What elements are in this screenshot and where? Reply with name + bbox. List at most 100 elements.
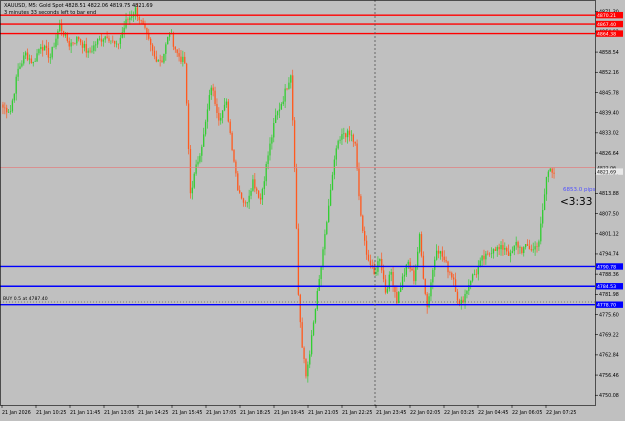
candle: [435, 244, 438, 261]
candle: [293, 116, 296, 173]
chart-canvas[interactable]: 4871.304864.924858.544852.164845.784839.…: [0, 0, 625, 417]
candle: [466, 290, 468, 299]
candle: [487, 250, 489, 256]
candle: [240, 192, 243, 200]
candle: [76, 35, 78, 46]
candle: [530, 244, 532, 252]
candle: [218, 107, 220, 126]
candle: [6, 104, 8, 119]
candle: [104, 35, 106, 43]
candle: [515, 236, 517, 250]
candle: [545, 176, 548, 201]
candle: [399, 282, 402, 293]
price-tick-label: 4826.64: [599, 151, 619, 157]
candle: [214, 86, 216, 107]
candle: [100, 33, 103, 47]
price-tick-label: 4813.88: [599, 191, 619, 197]
candle: [265, 161, 267, 186]
candle: [381, 252, 383, 274]
candle: [117, 43, 120, 50]
time-tick-label: 22 Jan 07:25: [546, 410, 576, 416]
price-tick-label: 4807.50: [599, 211, 619, 217]
candle: [511, 246, 514, 254]
time-tick-label: 21 Jan 11:45: [70, 410, 100, 416]
svg-text:4790.78: 4790.78: [597, 264, 616, 270]
candle: [178, 48, 180, 62]
candle: [57, 29, 59, 46]
candle: [2, 101, 4, 115]
price-level-tag: 4790.78: [596, 263, 623, 270]
candle: [331, 171, 334, 191]
candle: [227, 98, 229, 123]
candle: [267, 151, 269, 170]
candle: [45, 39, 48, 55]
countdown-label: <3:33: [560, 196, 592, 208]
candle: [500, 241, 502, 256]
candle: [394, 285, 396, 298]
time-tick-label: 21 Jan 17:05: [206, 410, 236, 416]
svg-text:4864.38: 4864.38: [597, 31, 616, 37]
candle: [422, 251, 425, 280]
candle: [189, 144, 192, 199]
candle: [542, 203, 544, 228]
candles-layer: [2, 3, 555, 383]
candle: [307, 361, 309, 383]
candle: [246, 201, 248, 208]
price-tick-label: 4801.12: [599, 232, 619, 238]
candle: [220, 113, 222, 125]
price-level-tag: 4821.69: [596, 168, 623, 175]
time-tick-label: 22 Jan 04:45: [478, 410, 508, 416]
candle: [286, 87, 288, 91]
candle: [254, 172, 256, 193]
time-tick-label: 21 Jan 10:25: [36, 410, 66, 416]
candle: [144, 20, 146, 30]
candle: [242, 197, 245, 207]
candle: [161, 55, 163, 63]
candle: [115, 40, 118, 48]
candle: [98, 35, 101, 41]
bar-timer-text: 3 minutes 33 seconds left to bar end: [4, 10, 96, 16]
candle: [114, 40, 116, 48]
time-tick-label: 21 Jan 22:25: [342, 410, 372, 416]
candle: [78, 36, 80, 42]
candle: [451, 271, 453, 280]
candle: [290, 74, 292, 89]
candle: [305, 358, 307, 379]
candle: [212, 83, 214, 97]
time-tick-label: 21 Jan 14:25: [138, 410, 168, 416]
time-tick-label: 21 Jan 15:45: [172, 410, 202, 416]
candle: [263, 176, 265, 196]
candle: [95, 41, 97, 52]
chart-window[interactable]: 4871.304864.924858.544852.164845.784839.…: [0, 0, 625, 417]
candle: [244, 200, 247, 207]
candle: [193, 172, 195, 189]
candle: [375, 265, 377, 277]
candle: [507, 244, 510, 257]
candle: [345, 132, 347, 143]
candle: [271, 134, 273, 150]
candle: [225, 98, 228, 108]
candle: [481, 255, 483, 267]
candle: [367, 249, 370, 262]
candle: [509, 249, 512, 263]
candle: [163, 53, 165, 64]
time-tick-label: 22 Jan 02:05: [410, 410, 440, 416]
candle: [371, 259, 373, 269]
candle: [26, 48, 29, 62]
candle: [418, 232, 421, 254]
candle: [328, 198, 330, 223]
price-level-tag: 4870.21: [596, 11, 623, 19]
candle: [337, 139, 339, 150]
candle: [464, 289, 466, 309]
candle: [409, 258, 411, 273]
candle: [93, 41, 95, 54]
candle: [348, 126, 351, 142]
candle: [312, 320, 315, 337]
candle: [9, 105, 12, 115]
candle: [223, 97, 226, 112]
candle: [229, 119, 231, 135]
candle: [55, 34, 57, 50]
candle: [358, 162, 360, 201]
candle: [68, 37, 70, 51]
candle: [201, 144, 203, 163]
